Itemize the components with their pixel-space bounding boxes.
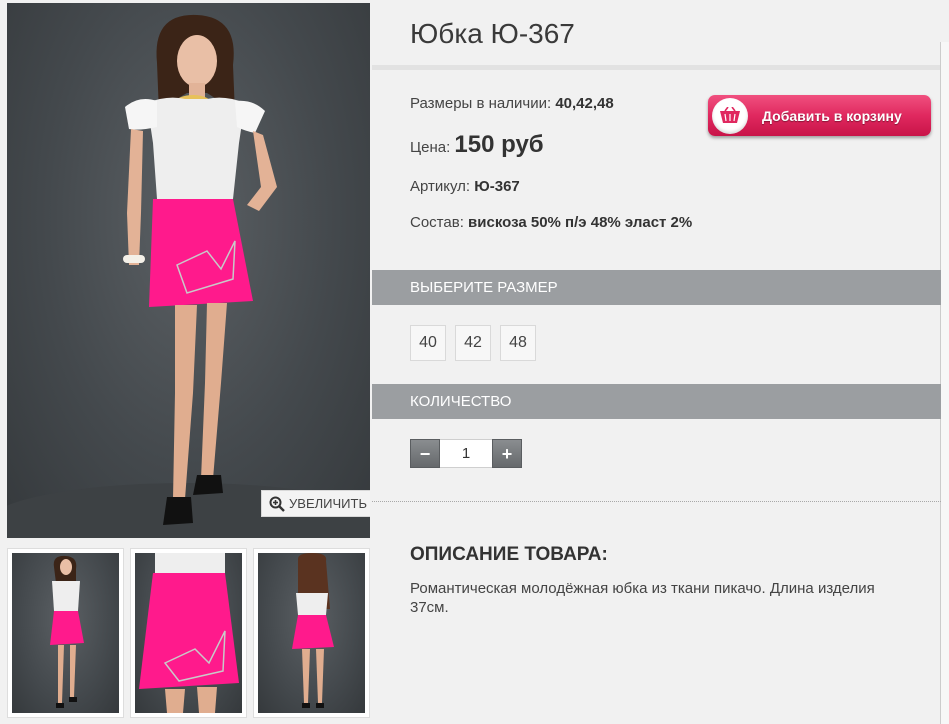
thumbnail-skirt-closeup-image	[139, 553, 239, 713]
thumbnail-front-image	[50, 555, 84, 708]
title-area: Юбка Ю-367	[372, 0, 941, 70]
composition-label: Состав:	[410, 214, 464, 231]
model-front-image	[7, 14, 370, 538]
description-text: Романтическая молодёжная юбка из ткани п…	[410, 580, 875, 616]
quantity-stepper: − +	[410, 439, 522, 468]
thumbnail-back-image	[292, 553, 334, 708]
magnifier-plus-icon	[269, 496, 285, 512]
page-scrollbar[interactable]	[940, 42, 949, 724]
divider	[372, 501, 941, 502]
thumbnail-strip	[7, 548, 370, 720]
description-title: ОПИСАНИЕ ТОВАРА:	[410, 544, 608, 565]
product-title: Юбка Ю-367	[410, 18, 575, 49]
add-to-cart-label: Добавить в корзину	[762, 107, 902, 124]
product-page: УВЕЛИЧИТЬ Юбка Ю-367 Размеры в наличии: …	[0, 0, 949, 724]
quantity-input[interactable]	[440, 439, 492, 468]
thumbnail-1[interactable]	[7, 548, 124, 718]
quantity-section-header: КОЛИЧЕСТВО	[372, 384, 941, 419]
composition-value: вискоза 50% п/э 48% эласт 2%	[468, 214, 693, 231]
sizes-label: Размеры в наличии:	[410, 95, 552, 112]
size-option-48[interactable]: 48	[500, 325, 536, 361]
price: Цена: 150 руб	[410, 131, 544, 159]
size-option-42[interactable]: 42	[455, 325, 491, 361]
quantity-decrease-button[interactable]: −	[410, 439, 440, 468]
article-value: Ю-367	[474, 178, 520, 195]
quantity-increase-button[interactable]: +	[492, 439, 522, 468]
zoom-label: УВЕЛИЧИТЬ	[289, 496, 367, 511]
sizes-value: 40,42,48	[555, 95, 614, 112]
thumbnail-2[interactable]	[130, 548, 247, 718]
price-value: 150 руб	[454, 131, 544, 158]
sizes-available: Размеры в наличии: 40,42,48	[410, 95, 614, 112]
main-product-photo[interactable]: УВЕЛИЧИТЬ	[7, 3, 370, 538]
size-section-header: ВЫБЕРИТЕ РАЗМЕР	[372, 270, 941, 305]
article-label: Артикул:	[410, 178, 471, 195]
composition: Состав: вискоза 50% п/э 48% эласт 2%	[410, 213, 700, 232]
article: Артикул: Ю-367	[410, 178, 520, 195]
basket-icon	[712, 97, 748, 134]
zoom-button[interactable]: УВЕЛИЧИТЬ	[261, 490, 370, 517]
thumbnail-3[interactable]	[253, 548, 370, 718]
add-to-cart-button[interactable]: Добавить в корзину	[708, 95, 931, 136]
size-option-40[interactable]: 40	[410, 325, 446, 361]
price-label: Цена:	[410, 139, 451, 156]
